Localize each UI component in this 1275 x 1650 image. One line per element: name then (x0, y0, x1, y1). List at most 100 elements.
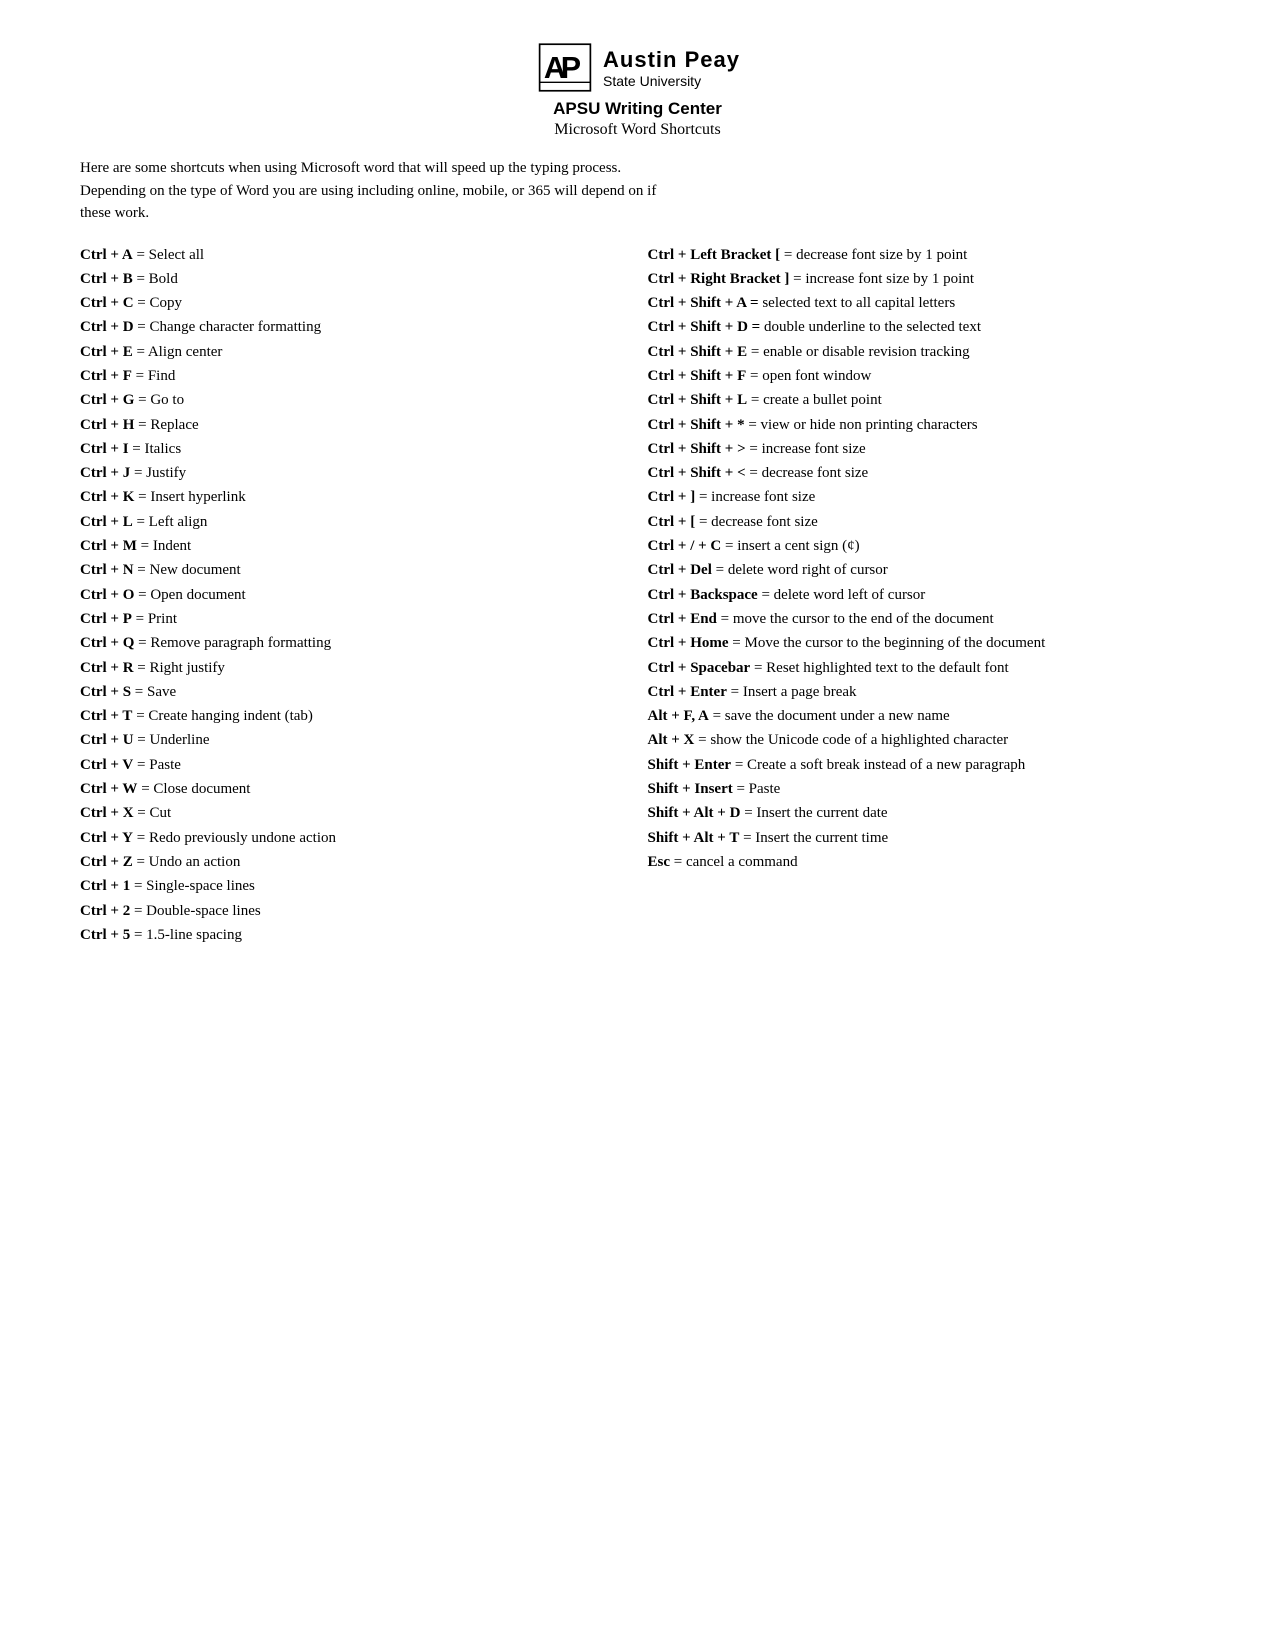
shortcut-key: Ctrl + T (80, 708, 132, 724)
shortcut-desc: = Single-space lines (130, 878, 255, 894)
list-item: Ctrl + F = Find (80, 364, 628, 388)
shortcut-key: Alt + X (648, 732, 695, 748)
shortcut-desc: = Justify (130, 465, 186, 481)
intro-line2: Depending on the type of Word you are us… (80, 183, 656, 199)
list-item: Ctrl + 1 = Single-space lines (80, 874, 628, 898)
shortcut-desc: = Go to (134, 392, 184, 408)
shortcut-desc: = Move the cursor to the beginning of th… (729, 635, 1046, 651)
logo-text: Austin Peay State University (603, 47, 740, 89)
shortcut-desc: = delete word left of cursor (758, 587, 926, 603)
apsu-logo-icon: A P (535, 40, 595, 95)
list-item: Ctrl + Shift + > = increase font size (648, 437, 1196, 461)
shortcut-key: Ctrl + Z (80, 854, 133, 870)
shortcut-desc: = Create a soft break instead of a new p… (731, 757, 1025, 773)
shortcut-key: Ctrl + Shift + F (648, 368, 747, 384)
shortcut-key: Ctrl + V (80, 757, 133, 773)
list-item: Ctrl + O = Open document (80, 583, 628, 607)
list-item: Ctrl + / + C = insert a cent sign (¢) (648, 534, 1196, 558)
shortcut-desc: = Redo previously undone action (133, 830, 336, 846)
list-item: Ctrl + A = Select all (80, 243, 628, 267)
shortcut-desc: = save the document under a new name (709, 708, 950, 724)
list-item: Ctrl + Enter = Insert a page break (648, 680, 1196, 704)
shortcut-desc: = Paste (733, 781, 781, 797)
shortcut-desc: = Select all (133, 247, 204, 263)
shortcut-desc: = insert a cent sign (¢) (721, 538, 859, 554)
shortcut-key: Ctrl + Backspace (648, 587, 758, 603)
shortcuts-grid: Ctrl + A = Select allCtrl + B = BoldCtrl… (80, 243, 1195, 948)
left-column: Ctrl + A = Select allCtrl + B = BoldCtrl… (80, 243, 648, 948)
shortcut-desc: = Copy (134, 295, 182, 311)
shortcut-desc: = increase font size by 1 point (789, 271, 974, 287)
shortcut-desc: = view or hide non printing characters (745, 417, 978, 433)
list-item: Ctrl + Shift + L = create a bullet point (648, 388, 1196, 412)
shortcut-key: Ctrl + Shift + A = (648, 295, 763, 311)
list-item: Shift + Enter = Create a soft break inst… (648, 753, 1196, 777)
list-item: Esc = cancel a command (648, 850, 1196, 874)
shortcut-desc: = Double-space lines (130, 903, 261, 919)
list-item: Ctrl + Spacebar = Reset highlighted text… (648, 656, 1196, 680)
shortcut-key: Ctrl + C (80, 295, 134, 311)
shortcut-desc: = Open document (134, 587, 245, 603)
shortcut-key: Ctrl + O (80, 587, 134, 603)
list-item: Ctrl + S = Save (80, 680, 628, 704)
shortcut-desc: = Underline (134, 732, 210, 748)
list-item: Ctrl + X = Cut (80, 801, 628, 825)
shortcut-desc: = Reset highlighted text to the default … (750, 660, 1008, 676)
apsu-name: Austin Peay (603, 47, 740, 73)
shortcut-key: Ctrl + 2 (80, 903, 130, 919)
shortcut-desc: = increase font size (746, 441, 866, 457)
shortcut-key: Ctrl + Shift + * (648, 417, 745, 433)
shortcut-key: Ctrl + J (80, 465, 130, 481)
list-item: Ctrl + W = Close document (80, 777, 628, 801)
list-item: Ctrl + Shift + D = double underline to t… (648, 315, 1196, 339)
shortcut-key: Ctrl + G (80, 392, 134, 408)
page-subtitle: Microsoft Word Shortcuts (80, 121, 1195, 139)
shortcut-key: Ctrl + F (80, 368, 132, 384)
list-item: Ctrl + Del = delete word right of cursor (648, 558, 1196, 582)
list-item: Ctrl + Left Bracket [ = decrease font si… (648, 243, 1196, 267)
shortcut-key: Ctrl + Shift + > (648, 441, 746, 457)
logo-area: A P Austin Peay State University (80, 40, 1195, 95)
intro-line3: these work. (80, 205, 149, 221)
shortcut-desc: selected text to all capital letters (762, 295, 955, 311)
list-item: Ctrl + I = Italics (80, 437, 628, 461)
list-item: Ctrl + J = Justify (80, 461, 628, 485)
shortcut-key: Ctrl + M (80, 538, 137, 554)
list-item: Ctrl + 2 = Double-space lines (80, 899, 628, 923)
shortcut-key: Shift + Alt + T (648, 830, 740, 846)
shortcut-key: Ctrl + Left Bracket [ (648, 247, 781, 263)
shortcut-key: Ctrl + X (80, 805, 134, 821)
list-item: Ctrl + M = Indent (80, 534, 628, 558)
shortcut-desc: = New document (134, 562, 241, 578)
shortcut-desc: = decrease font size by 1 point (780, 247, 967, 263)
shortcut-key: Shift + Enter (648, 757, 732, 773)
shortcut-key: Ctrl + I (80, 441, 129, 457)
writing-center-title: APSU Writing Center (80, 99, 1195, 119)
shortcut-key: Ctrl + / + C (648, 538, 722, 554)
list-item: Ctrl + K = Insert hyperlink (80, 485, 628, 509)
shortcut-key: Ctrl + [ (648, 514, 696, 530)
shortcut-desc: = Change character formatting (134, 319, 322, 335)
shortcut-key: Ctrl + Enter (648, 684, 727, 700)
list-item: Ctrl + U = Underline (80, 728, 628, 752)
list-item: Shift + Insert = Paste (648, 777, 1196, 801)
shortcut-key: Ctrl + W (80, 781, 137, 797)
shortcut-key: Ctrl + Home (648, 635, 729, 651)
shortcut-desc: double underline to the selected text (764, 319, 981, 335)
list-item: Ctrl + V = Paste (80, 753, 628, 777)
shortcut-desc: = Replace (134, 417, 198, 433)
shortcut-desc: = create a bullet point (747, 392, 882, 408)
shortcut-key: Ctrl + Shift + D = (648, 319, 764, 335)
list-item: Alt + F, A = save the document under a n… (648, 704, 1196, 728)
shortcut-desc: = Insert the current date (740, 805, 887, 821)
shortcut-desc: = Left align (133, 514, 208, 530)
shortcut-key: Shift + Alt + D (648, 805, 741, 821)
shortcut-desc: = 1.5-line spacing (130, 927, 242, 943)
list-item: Ctrl + Shift + E = enable or disable rev… (648, 340, 1196, 364)
shortcut-desc: = Insert a page break (727, 684, 857, 700)
shortcut-desc: = Bold (133, 271, 178, 287)
shortcut-key: Ctrl + Shift + < (648, 465, 746, 481)
shortcut-key: Ctrl + D (80, 319, 134, 335)
list-item: Ctrl + Home = Move the cursor to the beg… (648, 631, 1196, 655)
shortcut-key: Esc (648, 854, 671, 870)
